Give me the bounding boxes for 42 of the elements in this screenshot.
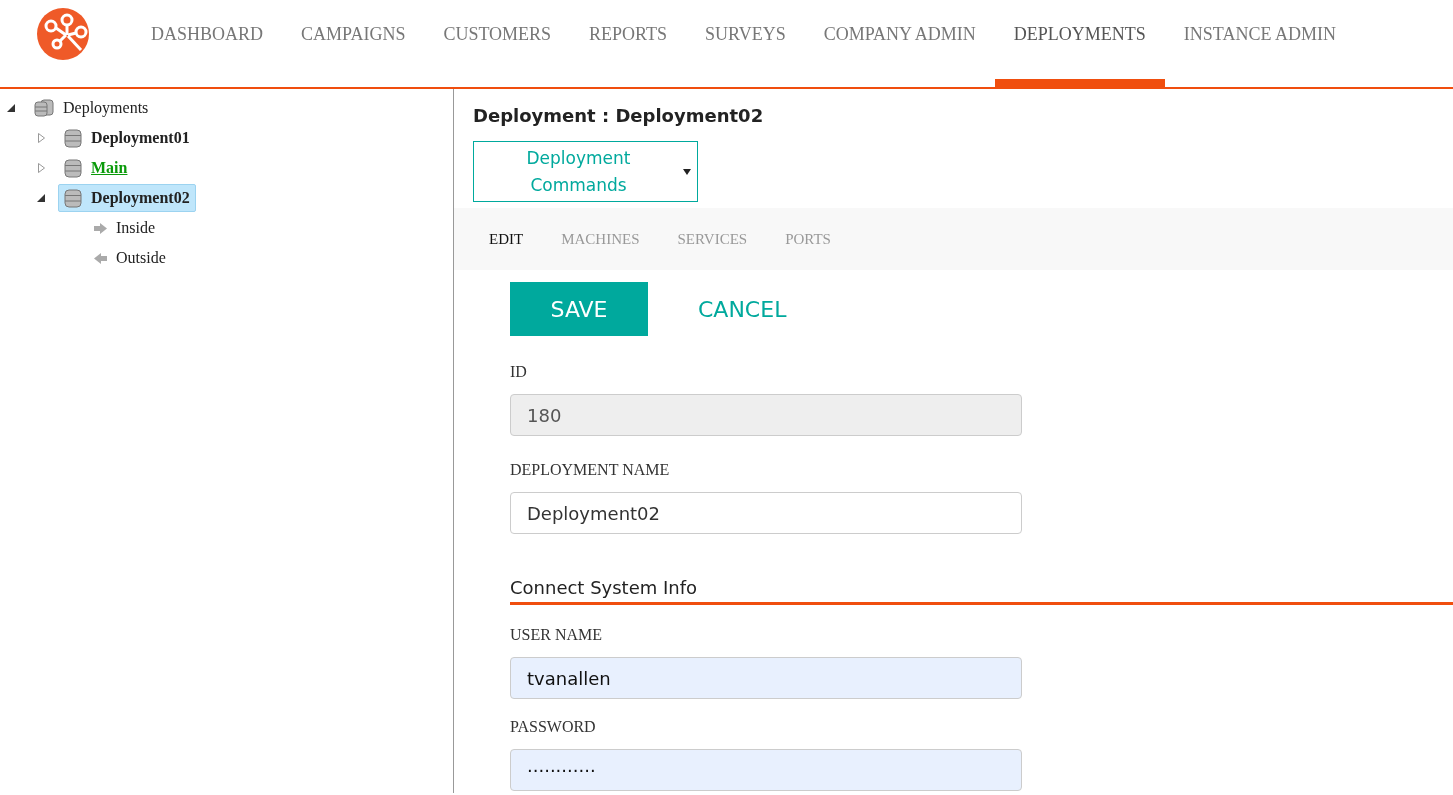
tree-item[interactable]: Deployments <box>28 94 155 122</box>
input-field[interactable]: ············ <box>510 749 1022 791</box>
save-button[interactable]: SAVE <box>510 282 648 336</box>
tree-item[interactable]: Deployment02 <box>58 184 196 212</box>
database-icon <box>64 188 82 208</box>
cancel-button[interactable]: CANCEL <box>698 292 787 326</box>
nav-tab[interactable]: COMPANY ADMIN <box>804 0 995 87</box>
nav-tab[interactable]: CUSTOMERS <box>424 0 571 87</box>
caret-icon <box>683 168 691 175</box>
field-label: USER NAME <box>510 625 603 645</box>
tree-item[interactable]: Outside <box>88 244 172 272</box>
database-stack-icon <box>34 99 54 117</box>
nav-tab[interactable]: CAMPAIGNS <box>282 0 425 87</box>
tree-item[interactable]: Inside <box>88 214 162 242</box>
nav-tab[interactable]: INSTANCE ADMIN <box>1164 0 1355 87</box>
collapse-toggle-icon[interactable] <box>37 194 45 202</box>
nav-tab[interactable]: DEPLOYMENTS <box>994 0 1165 87</box>
database-icon <box>64 128 82 148</box>
collapse-toggle-icon[interactable] <box>7 104 15 112</box>
nav-tab[interactable]: REPORTS <box>570 0 687 87</box>
tree-item[interactable]: Main <box>58 154 134 182</box>
input-field[interactable]: Deployment02 <box>510 492 1022 534</box>
expand-toggle-icon[interactable] <box>37 133 45 143</box>
expand-toggle-icon[interactable] <box>37 163 45 173</box>
field-label: ID <box>510 362 528 382</box>
field-label: DEPLOYMENT NAME <box>510 460 671 480</box>
tab[interactable]: MACHINES <box>561 227 640 251</box>
database-icon <box>64 158 82 178</box>
logo-icon[interactable] <box>37 8 89 60</box>
tab[interactable]: PORTS <box>785 227 831 251</box>
field-label: PASSWORD <box>510 717 597 737</box>
tab[interactable]: EDIT <box>489 227 524 251</box>
arrow-left-icon <box>94 252 107 264</box>
input-field[interactable]: tvanallen <box>510 657 1022 699</box>
tab[interactable]: SERVICES <box>677 227 748 251</box>
nav-tab[interactable]: SURVEYS <box>686 0 805 87</box>
page-title: Deployment : Deployment02 <box>473 104 765 128</box>
section-heading: Connect System Info <box>510 574 1453 605</box>
arrow-right-icon <box>94 222 107 234</box>
tree-item[interactable]: Deployment01 <box>58 124 196 152</box>
nav-tab[interactable]: DASHBOARD <box>132 0 283 87</box>
commands-dropdown[interactable]: Deployment Commands <box>473 141 698 202</box>
